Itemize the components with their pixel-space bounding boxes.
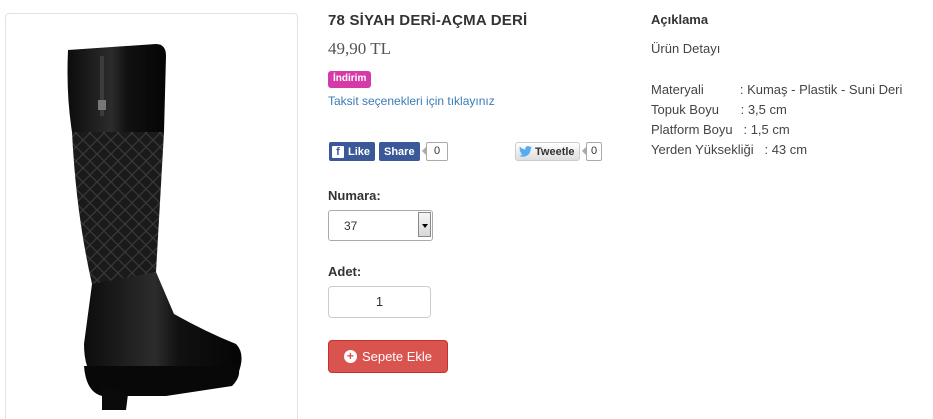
- facebook-like-button[interactable]: f Like: [329, 142, 376, 161]
- boot-illustration: [67, 44, 242, 410]
- size-label: Numara:: [328, 188, 381, 203]
- spec-heel-height: Topuk Boyu : 3,5 cm: [651, 102, 787, 117]
- facebook-icon: f: [332, 145, 344, 158]
- product-price: 49,90 TL: [328, 39, 391, 58]
- tweet-button[interactable]: Tweetle: [515, 142, 580, 161]
- quantity-input[interactable]: 1: [328, 286, 431, 318]
- like-label: Like: [348, 145, 371, 158]
- chevron-down-icon[interactable]: [418, 212, 431, 237]
- spec-shaft-height: Yerden Yüksekliği : 43 cm: [651, 142, 808, 157]
- facebook-share-count: 0: [422, 142, 448, 161]
- product-image[interactable]: [5, 13, 298, 419]
- add-to-cart-button[interactable]: + Sepete Ekle: [328, 340, 448, 373]
- installment-link[interactable]: Taksit seçenekleri için tıklayınız: [328, 94, 495, 108]
- spec-material: Materyali : Kumaş - Plastik - Suni Deri: [651, 82, 903, 97]
- discount-badge: İndirim: [328, 71, 372, 88]
- add-to-cart-label: Sepete Ekle: [361, 349, 433, 364]
- facebook-share-button[interactable]: Share: [379, 142, 420, 161]
- tweet-count: 0: [582, 142, 602, 161]
- spec-platform-height: Platform Boyu : 1,5 cm: [651, 122, 790, 137]
- quantity-label: Adet:: [328, 264, 362, 279]
- product-detail-subheading: Ürün Detayı: [651, 41, 721, 56]
- product-title: 78 SİYAH DERİ-AÇMA DERİ: [328, 12, 528, 29]
- size-select[interactable]: 37: [328, 210, 433, 241]
- size-value: 37: [344, 219, 358, 233]
- spec-list: Materyali : Kumaş - Plastik - Suni Deri …: [651, 80, 902, 160]
- plus-circle-icon: +: [343, 350, 357, 363]
- description-heading: Açıklama: [651, 12, 709, 27]
- tweet-label: Tweetle: [535, 145, 575, 158]
- twitter-bird-icon: [519, 146, 532, 157]
